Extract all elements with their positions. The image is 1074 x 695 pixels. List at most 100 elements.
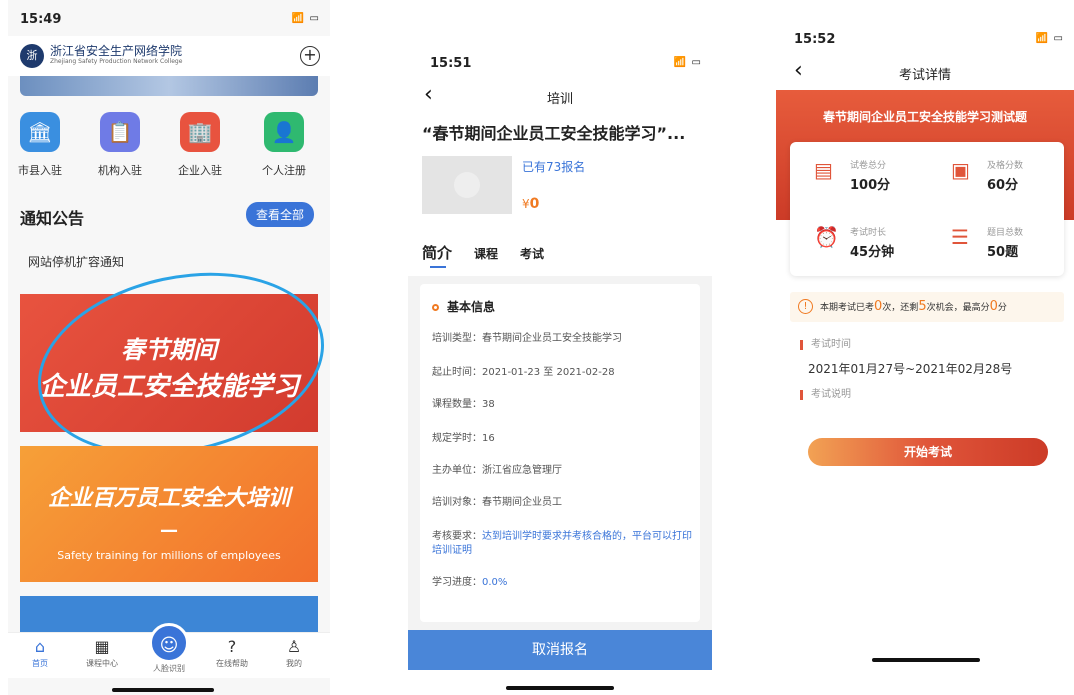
- course-thumbnail: [422, 156, 512, 214]
- row-value: 春节期间企业员工: [482, 497, 562, 508]
- home-indicator: [506, 686, 614, 690]
- page-title: 培训: [546, 92, 573, 107]
- tab-label: 首页: [32, 659, 48, 668]
- home-icon: ⌂: [34, 637, 46, 656]
- status-bar: 15:51 📶 ▭: [408, 52, 712, 76]
- signal-battery-icon: 📶 ▭: [1035, 33, 1064, 44]
- stat-question-count: ☰ 题目总数 50题: [927, 209, 1064, 276]
- person-icon: ♙: [286, 637, 302, 656]
- entry-city[interactable]: 🏛 市县入驻: [10, 112, 70, 178]
- stat-label: 试卷总分: [850, 161, 887, 171]
- top-banner[interactable]: [20, 76, 318, 96]
- placeholder-icon: [454, 172, 480, 198]
- row-label: 学习进度：: [432, 577, 482, 588]
- row-requirement: 考核要求：达到培训学时要求并考核合格的，平台可以打印培训证明: [432, 530, 692, 558]
- entry-enterprise[interactable]: 🏢 企业入驻: [170, 112, 230, 178]
- banner2-title: 企业百万员工安全大培训: [47, 486, 290, 511]
- row-value: 38: [482, 399, 495, 410]
- row-value: 2021-01-23 至 2021-02-28: [482, 367, 615, 378]
- tab-label: 在线帮助: [216, 659, 248, 668]
- stat-duration: ⏰ 考试时长 45分钟: [790, 209, 927, 276]
- row-course-count: 课程数量：38: [432, 398, 692, 412]
- college-logo-icon: 浙: [20, 44, 44, 68]
- tab-course[interactable]: 课程: [474, 247, 498, 261]
- cancel-enroll-button[interactable]: 取消报名: [408, 630, 712, 670]
- price: ¥0: [522, 196, 539, 212]
- price-value: 0: [529, 196, 540, 212]
- home-indicator: [112, 688, 214, 692]
- tab-help[interactable]: ? 在线帮助: [202, 637, 262, 669]
- row-value: 0.0%: [482, 577, 508, 588]
- exam-name: 春节期间企业员工安全技能学习测试题: [822, 110, 1027, 124]
- list-icon: ☰: [951, 225, 969, 249]
- stat-value: 50题: [987, 245, 1019, 260]
- page-title: 考试详情: [898, 68, 951, 83]
- tab-home[interactable]: ⌂ 首页: [10, 637, 70, 669]
- row-label: 起止时间：: [432, 367, 482, 378]
- signal-battery-icon: 📶 ▭: [291, 13, 320, 24]
- paper-icon: ▤: [814, 158, 833, 182]
- safety-training-banner[interactable]: 企业百万员工安全大培训 — Safety training for millio…: [20, 446, 318, 582]
- status-bar: 15:49 📶 ▭: [8, 8, 330, 32]
- row-label: 课程数量：: [432, 399, 482, 410]
- row-label: 考核要求：: [432, 531, 482, 542]
- row-label: 规定学时：: [432, 433, 482, 444]
- bottom-tab-bar: ⌂ 首页 ▦ 课程中心 ☺ 人脸识别 ? 在线帮助 ♙ 我的: [8, 623, 330, 678]
- entry-institution[interactable]: 📋 机构入驻: [90, 112, 150, 178]
- attempt-text: 分: [997, 303, 1007, 313]
- stat-label: 题目总数: [987, 228, 1024, 238]
- row-value: 浙江省应急管理厅: [482, 465, 562, 476]
- tab-label: 我的: [286, 659, 302, 668]
- logo-name: 浙江省安全生产网络学院: [50, 44, 183, 58]
- stat-value: 60分: [987, 178, 1019, 193]
- enterprise-icon: 🏢: [180, 112, 220, 152]
- stat-total-score: ▤ 试卷总分 100分: [790, 142, 927, 209]
- tab-face-recognition[interactable]: ☺ 人脸识别: [139, 623, 199, 674]
- entry-label: 企业入驻: [178, 164, 222, 177]
- section-title: 基本信息: [432, 298, 495, 315]
- tab-label: 人脸识别: [153, 664, 185, 673]
- exam-time-label: 考试时间: [800, 340, 851, 350]
- tab-intro[interactable]: 简介: [422, 244, 452, 262]
- notice-item[interactable]: 网站停机扩容通知: [28, 253, 124, 270]
- exam-detail-screen: 15:52 📶 ▭ ‹ 考试详情 春节期间企业员工安全技能学习测试题 ▤ 试卷总…: [776, 0, 1074, 695]
- status-time: 15:49: [20, 12, 62, 27]
- row-label: 培训类型：: [432, 333, 482, 344]
- face-icon: ☺: [149, 623, 189, 663]
- row-progress: 学习进度：0.0%: [432, 576, 692, 590]
- row-type: 培训类型：春节期间企业员工安全技能学习: [432, 332, 692, 346]
- row-label: 培训对象：: [432, 497, 482, 508]
- tab-exam[interactable]: 考试: [520, 247, 544, 261]
- attempt-notice: ! 本期考试已考0次，还剩5次机会，最高分0分: [790, 292, 1064, 322]
- row-audience: 培训对象：春节期间企业员工: [432, 496, 692, 510]
- home-screen: 15:49 📶 ▭ 浙 浙江省安全生产网络学院 Zhejiang Safety …: [8, 0, 330, 695]
- tab-label: 课程中心: [86, 659, 118, 668]
- status-time: 15:51: [430, 56, 472, 71]
- pass-icon: ▣: [951, 158, 970, 182]
- stat-label: 及格分数: [987, 161, 1024, 171]
- tab-mine[interactable]: ♙ 我的: [264, 637, 324, 669]
- entry-personal[interactable]: 👤 个人注册: [254, 112, 314, 178]
- home-indicator: [872, 658, 980, 662]
- row-dates: 起止时间：2021-01-23 至 2021-02-28: [432, 366, 692, 380]
- basic-info-card: 基本信息 培训类型：春节期间企业员工安全技能学习 起止时间：2021-01-23…: [420, 284, 700, 622]
- info-section: 基本信息 培训类型：春节期间企业员工安全技能学习 起止时间：2021-01-23…: [408, 276, 712, 632]
- banner2-dash: —: [160, 520, 178, 541]
- row-value: 16: [482, 433, 495, 444]
- bullet-icon: [432, 304, 439, 311]
- exam-desc-label: 考试说明: [800, 390, 851, 400]
- tab-courses[interactable]: ▦ 课程中心: [72, 637, 132, 669]
- stat-value: 100分: [850, 178, 891, 193]
- status-time: 15:52: [794, 32, 836, 47]
- view-all-button[interactable]: 查看全部: [245, 202, 314, 227]
- row-hours: 规定学时：16: [432, 432, 692, 446]
- add-button[interactable]: +: [300, 46, 320, 66]
- currency-symbol: ¥: [522, 197, 530, 211]
- start-exam-button[interactable]: 开始考试: [808, 438, 1048, 466]
- book-icon: ▦: [94, 637, 110, 656]
- course-title: “春节期间企业员工安全技能学习”...: [422, 124, 686, 143]
- help-icon: ?: [227, 637, 237, 656]
- section-title-text: 基本信息: [447, 300, 496, 314]
- logo-english-name: Zhejiang Safety Production Network Colle…: [50, 58, 183, 65]
- stat-value: 45分钟: [850, 245, 895, 260]
